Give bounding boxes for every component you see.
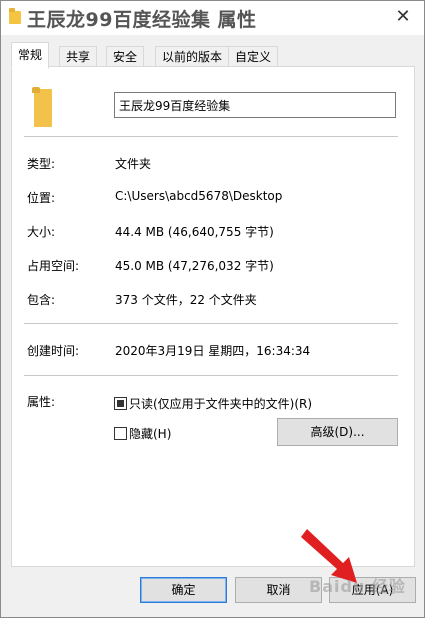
contains-label: 包含: [27,293,56,307]
tab-previous-versions[interactable]: 以前的版本 [155,46,230,67]
contains-value: 373 个文件，22 个文件夹 [115,293,257,307]
attributes-label: 属性: [27,395,56,409]
size-on-disk-label: 占用空间: [27,259,80,273]
size-value: 44.4 MB (46,640,755 字节) [115,225,274,239]
type-value: 文件夹 [115,157,152,171]
tab-strip: 常规 共享 安全 以前的版本 自定义 [11,42,415,69]
hidden-checkbox[interactable] [114,427,127,440]
tab-customize[interactable]: 自定义 [228,46,279,67]
folder-name-field[interactable]: 王辰龙99百度经验集 [114,92,396,118]
tab-sharing[interactable]: 共享 [59,46,98,67]
created-label: 创建时间: [27,344,80,358]
folder-icon [9,8,21,24]
size-on-disk-value: 45.0 MB (47,276,032 字节) [115,259,274,273]
created-value: 2020年3月19日 星期四，16:34:34 [115,344,311,358]
ok-button[interactable]: 确定 [140,577,227,603]
location-value: C:\Users\abcd5678\Desktop [115,189,283,203]
window-title: 王辰龙99百度经验集 属性 [27,9,257,31]
readonly-label[interactable]: 只读(仅应用于文件夹中的文件)(R) [129,395,312,412]
title-bar: 王辰龙99百度经验集 属性 ✕ [1,1,424,35]
properties-window: 王辰龙99百度经验集 属性 ✕ 常规 共享 安全 以前的版本 自定义 王辰龙99… [0,0,425,618]
baidu-watermark: Baidu 经验 [309,577,406,596]
divider [24,136,398,137]
tab-security[interactable]: 安全 [106,46,145,67]
advanced-button[interactable]: 高级(D)... [277,418,398,446]
size-label: 大小: [27,225,56,239]
tab-general[interactable]: 常规 [11,42,50,69]
location-label: 位置: [27,191,56,205]
folder-icon [32,87,52,127]
close-button[interactable]: ✕ [390,5,416,29]
type-label: 类型: [27,157,56,171]
readonly-checkbox[interactable] [114,397,127,410]
general-panel: 王辰龙99百度经验集 类型: 文件夹 位置: C:\Users\abcd5678… [11,66,415,567]
divider [24,323,398,324]
divider [24,375,398,376]
hidden-label[interactable]: 隐藏(H) [129,425,171,442]
